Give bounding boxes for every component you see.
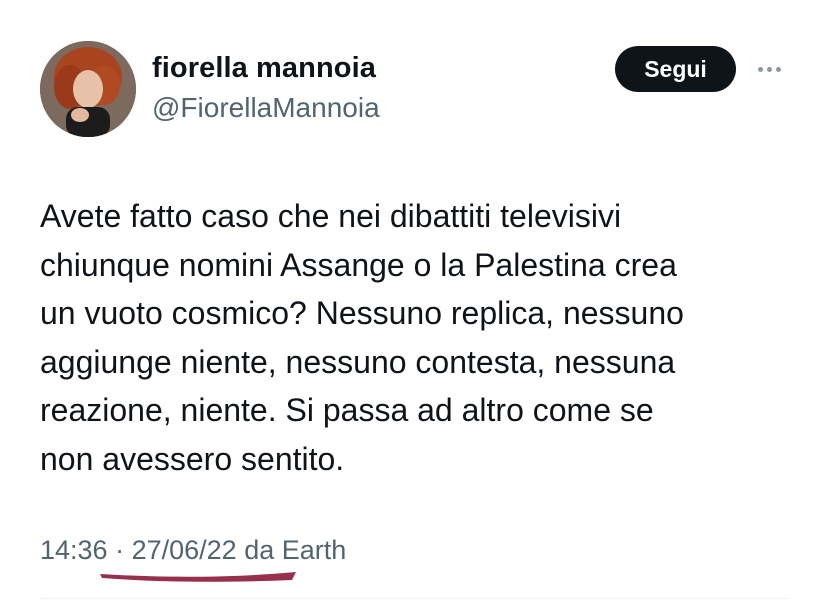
- avatar-photo-icon: [40, 41, 136, 137]
- avatar[interactable]: [40, 41, 136, 137]
- more-dot: [775, 66, 781, 72]
- tweet-date[interactable]: 27/06/22: [132, 535, 237, 565]
- display-name[interactable]: fiorella mannoia: [152, 52, 376, 85]
- tweet-time[interactable]: 14:36: [40, 535, 108, 565]
- divider: [40, 598, 790, 599]
- meta-separator: ·: [107, 535, 132, 565]
- more-dot: [766, 66, 772, 72]
- tweet-text: Avete fatto caso che nei dibattiti telev…: [40, 198, 684, 477]
- more-icon[interactable]: [752, 52, 786, 86]
- tweet-metadata: 14:36 · 27/06/22 da Earth: [40, 535, 346, 566]
- annotation-underline: [100, 572, 296, 582]
- more-dot: [757, 66, 763, 72]
- tweet-source: da Earth: [236, 535, 347, 565]
- follow-button[interactable]: Segui: [615, 46, 736, 92]
- user-handle[interactable]: @FiorellaMannoia: [152, 92, 380, 124]
